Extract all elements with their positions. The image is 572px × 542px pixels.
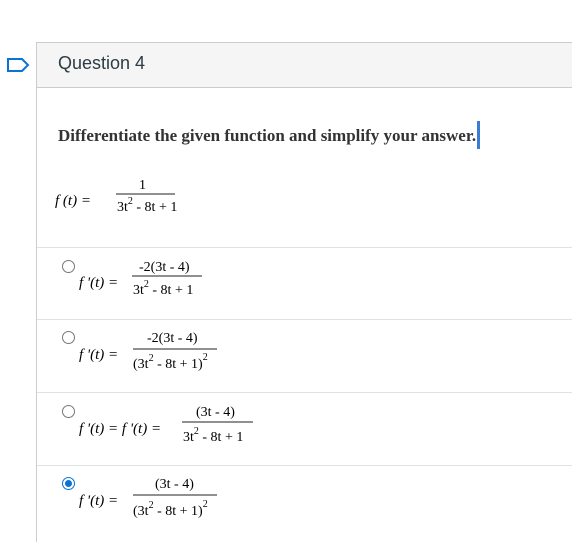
option-2-numerator: -2(3t - 4) <box>147 331 198 346</box>
option-3-formula[interactable]: f '(t) = f '(t) = (3t - 4) 3t2 - 8t + 1 <box>75 397 295 449</box>
option-1-numerator: -2(3t - 4) <box>139 260 190 275</box>
separator <box>37 319 572 320</box>
given-denominator: 3t2 - 8t + 1 <box>117 196 177 215</box>
text-cursor <box>477 121 481 149</box>
option-4-numerator: (3t - 4) <box>155 477 194 492</box>
option-1-radio[interactable] <box>62 260 75 273</box>
given-lhs: f (t) = <box>55 193 91 209</box>
separator <box>37 392 572 393</box>
question-prompt: Differentiate the given function and sim… <box>58 121 481 149</box>
option-3-lhs: f '(t) = f '(t) = <box>79 421 161 437</box>
option-2-radio[interactable] <box>62 331 75 344</box>
option-1-lhs: f '(t) = <box>79 275 118 291</box>
option-1-denominator: 3t2 - 8t + 1 <box>133 279 193 298</box>
option-4-lhs: f '(t) = <box>79 493 118 509</box>
option-4-denominator: (3t2 - 8t + 1)2 <box>133 499 208 519</box>
separator <box>37 465 572 466</box>
question-prompt-text: Differentiate the given function and sim… <box>58 126 477 145</box>
option-4-radio[interactable] <box>62 477 75 490</box>
option-3-denominator: 3t2 - 8t + 1 <box>183 426 243 445</box>
option-3-numerator: (3t - 4) <box>196 405 235 420</box>
separator <box>37 247 572 248</box>
option-2-lhs: f '(t) = <box>79 347 118 363</box>
question-title: Question 4 <box>58 53 146 73</box>
option-2-denominator: (3t2 - 8t + 1)2 <box>133 352 208 372</box>
option-4-formula[interactable]: f '(t) = (3t - 4) (3t2 - 8t + 1)2 <box>75 469 255 525</box>
option-2-formula[interactable]: f '(t) = -2(3t - 4) (3t2 - 8t + 1)2 <box>75 323 245 375</box>
question-card: Question 4 Differentiate the given funct… <box>36 42 572 542</box>
option-1-formula[interactable]: f '(t) = -2(3t - 4) 3t2 - 8t + 1 <box>75 252 235 302</box>
bookmark-flag-icon[interactable] <box>6 57 30 73</box>
option-3-radio[interactable] <box>62 405 75 418</box>
question-header: Question 4 <box>37 43 572 88</box>
given-function: f (t) = 1 3t2 - 8t + 1 <box>55 178 177 215</box>
given-numerator: 1 <box>139 178 146 193</box>
